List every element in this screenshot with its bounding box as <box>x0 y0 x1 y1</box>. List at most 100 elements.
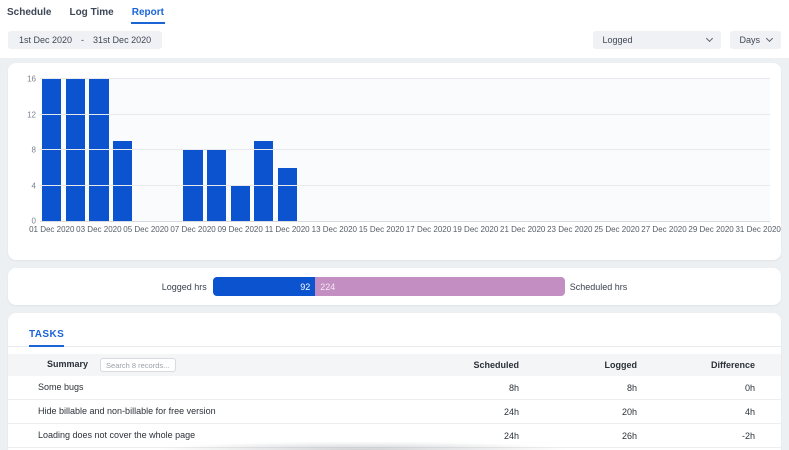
bar-08-dec[interactable] <box>207 150 226 221</box>
task-scheduled-cell: 8h <box>401 383 519 393</box>
chart-bar-slot <box>723 79 747 221</box>
task-difference-cell: 0h <box>637 383 755 393</box>
x-axis-tick-label: 31 Dec 2020 <box>735 225 780 234</box>
y-axis-tick-label: 8 <box>16 146 36 155</box>
chevron-down-icon <box>706 35 713 42</box>
chart-bar-slot <box>134 79 158 221</box>
x-axis-slot: 03 Dec 2020 <box>87 225 111 237</box>
gridline <box>40 78 770 79</box>
table-row[interactable]: Hide billable and non-billable for free … <box>8 399 781 423</box>
gridline <box>40 114 770 115</box>
search-input[interactable] <box>100 358 176 372</box>
chart-bar-slot <box>534 79 558 221</box>
bar-10-dec[interactable] <box>254 141 273 221</box>
progress-bar: 92 224 <box>213 277 565 296</box>
tab-bar: Schedule Log Time Report <box>6 5 781 24</box>
chart-bar-slot <box>111 79 135 221</box>
chart-bar-slot <box>393 79 417 221</box>
gridline <box>40 149 770 150</box>
y-axis-tick-label: 16 <box>16 75 36 84</box>
chart-bars <box>40 79 770 221</box>
bar-03-dec[interactable] <box>89 79 108 221</box>
chart-bar-slot <box>64 79 88 221</box>
top-navigation: Schedule Log Time Report <box>0 0 789 24</box>
summary-header-label: Summary <box>47 358 88 371</box>
tasks-title: TASKS <box>29 329 64 347</box>
date-range-picker[interactable]: 1st Dec 2020 - 31st Dec 2020 <box>8 31 162 49</box>
bar-01-dec[interactable] <box>42 79 61 221</box>
chart-bar-slot <box>228 79 252 221</box>
chart-bar-slot <box>652 79 676 221</box>
bar-11-dec[interactable] <box>278 168 297 221</box>
chart-bar-slot <box>629 79 653 221</box>
tab-schedule[interactable]: Schedule <box>6 5 52 24</box>
tasks-table-body: Some bugs8h8h0hHide billable and non-bil… <box>8 376 781 450</box>
task-logged-cell: 20h <box>519 407 637 417</box>
x-axis-slot: 15 Dec 2020 <box>370 225 394 237</box>
gridline <box>40 185 770 186</box>
page-content: 0481216 01 Dec 2020 03 Dec 2020 05 Dec 202… <box>0 58 789 450</box>
table-row[interactable]: Some bugs8h8h0h <box>8 376 781 399</box>
x-axis-slot: 23 Dec 2020 <box>558 225 582 237</box>
chart-bar-slot <box>558 79 582 221</box>
unit-dropdown-value: Days <box>739 35 760 45</box>
chart-bar-slot <box>323 79 347 221</box>
chart-bar-slot <box>511 79 535 221</box>
y-axis-tick-label: 12 <box>16 110 36 119</box>
x-axis-slot: 27 Dec 2020 <box>652 225 676 237</box>
x-axis-slot: 31 Dec 2020 <box>746 225 770 237</box>
progress-right-label: Scheduled hrs <box>570 282 628 292</box>
x-axis-slot: 25 Dec 2020 <box>605 225 629 237</box>
x-axis-slot: 01 Dec 2020 <box>40 225 64 237</box>
tab-log-time[interactable]: Log Time <box>68 5 114 24</box>
chart-bar-slot <box>299 79 323 221</box>
unit-dropdown[interactable]: Days <box>730 31 781 49</box>
chart-bar-slot <box>275 79 299 221</box>
tab-report[interactable]: Report <box>131 5 165 24</box>
chart-bar-slot <box>346 79 370 221</box>
task-scheduled-cell: 24h <box>401 431 519 441</box>
logged-column-header: Logged <box>519 360 637 370</box>
chart-bar-slot <box>676 79 700 221</box>
date-start[interactable]: 1st Dec 2020 <box>19 35 72 45</box>
x-axis-slot: 13 Dec 2020 <box>323 225 347 237</box>
chevron-down-icon <box>766 35 773 42</box>
x-axis-slot: 17 Dec 2020 <box>417 225 441 237</box>
task-summary-cell: Some bugs <box>38 376 401 399</box>
chart-bar-slot <box>370 79 394 221</box>
bar-07-dec[interactable] <box>183 150 202 221</box>
chart-x-axis: 01 Dec 2020 03 Dec 2020 05 Dec 2020 07 Dec … <box>40 225 770 237</box>
x-axis-slot: 21 Dec 2020 <box>511 225 535 237</box>
task-scheduled-cell: 24h <box>401 407 519 417</box>
table-row[interactable]: Loading does not cover the whole page24h… <box>8 423 781 447</box>
x-axis-slot: 19 Dec 2020 <box>464 225 488 237</box>
summary-column-header: Summary <box>38 353 401 377</box>
chart-bar-slot <box>40 79 64 221</box>
logged-vs-scheduled-progress-card: Logged hrs 92 224 Scheduled hrs <box>8 268 781 305</box>
task-difference-cell: -2h <box>637 431 755 441</box>
chart-bar-slot <box>87 79 111 221</box>
bar-02-dec[interactable] <box>66 79 85 221</box>
task-difference-cell: 4h <box>637 407 755 417</box>
bar-04-dec[interactable] <box>113 141 132 221</box>
chart-bar-slot <box>605 79 629 221</box>
date-end[interactable]: 31st Dec 2020 <box>93 35 151 45</box>
hours-bar-chart-card: 0481216 01 Dec 2020 03 Dec 2020 05 Dec 202… <box>8 63 781 260</box>
metric-dropdown[interactable]: Logged <box>593 31 721 49</box>
difference-column-header: Difference <box>637 360 755 370</box>
tasks-card: TASKS Summary Scheduled Logged Differenc… <box>8 313 781 450</box>
chart-bar-slot <box>582 79 606 221</box>
x-axis-slot: 07 Dec 2020 <box>181 225 205 237</box>
metric-dropdown-value: Logged <box>602 35 632 45</box>
x-axis-slot: 29 Dec 2020 <box>699 225 723 237</box>
date-separator: - <box>81 35 84 45</box>
bar-09-dec[interactable] <box>231 186 250 222</box>
scheduled-column-header: Scheduled <box>401 360 519 370</box>
chart-plot: 0481216 <box>40 79 770 222</box>
x-axis-slot: 05 Dec 2020 <box>134 225 158 237</box>
y-axis-tick-label: 4 <box>16 181 36 190</box>
task-logged-cell: 26h <box>519 431 637 441</box>
task-summary-cell: Loading does not cover the whole page <box>38 424 401 447</box>
task-summary-cell: Hide billable and non-billable for free … <box>38 400 401 423</box>
chart-bar-slot <box>464 79 488 221</box>
